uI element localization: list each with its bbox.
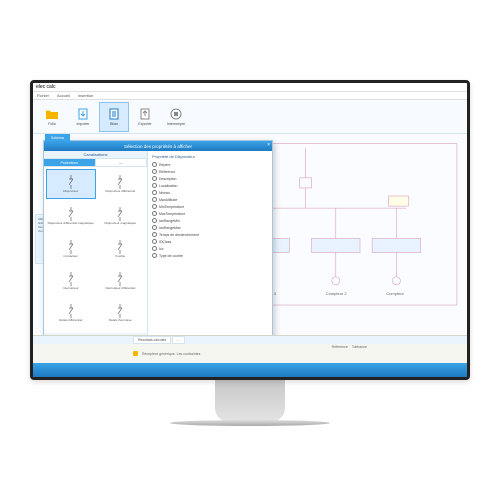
breaker-icon (115, 207, 125, 221)
prop-checkbox[interactable] (152, 253, 157, 258)
statusbar (33, 363, 467, 377)
prop-row-maxaltitude[interactable]: MaxAltitude (152, 196, 268, 203)
ribbon: Folio Importer Bilan Exporter Interrompr… (33, 100, 467, 134)
breaker-icon (66, 304, 76, 318)
component-fusible[interactable]: Fusible (96, 234, 146, 264)
breaker-icon (66, 272, 76, 286)
prop-checkbox[interactable] (152, 239, 157, 244)
tab-fichier[interactable]: Fichier (37, 93, 49, 98)
export-icon (138, 107, 152, 121)
breaker-icon (115, 304, 125, 318)
warning-text: Récepteur générique. Les contraintes (142, 352, 200, 356)
component-interrupteur-différentiel[interactable]: Interrupteur différentiel (96, 266, 146, 296)
prop-row-niveau[interactable]: Niveau (152, 189, 268, 196)
prop-row-référence[interactable]: Référence (152, 168, 268, 175)
prop-row-idclass[interactable]: IDClass (152, 238, 268, 245)
tab-insertion[interactable]: Insertion (78, 93, 93, 98)
prop-checkbox[interactable] (152, 246, 157, 251)
ribbon-importer-button[interactable]: Importer (68, 102, 98, 132)
folder-icon (45, 107, 59, 121)
component-disjoncteur[interactable]: Disjoncteur (46, 169, 96, 199)
breaker-icon (115, 240, 125, 254)
component-disjoncteur-différentiel[interactable]: Disjoncteur différentiel (96, 169, 146, 199)
prop-checkbox[interactable] (152, 176, 157, 181)
prop-row-ianrangemax[interactable]: IanRangeMax (152, 224, 268, 231)
tab-accueil[interactable]: Accueil (57, 93, 70, 98)
results-tab[interactable]: Résultats calculés (133, 336, 171, 344)
prop-row-localisation[interactable]: Localisation (152, 182, 268, 189)
dialog-titlebar[interactable]: Sélection des propriétés à afficher × (44, 141, 272, 151)
component-relais-thermique[interactable]: Relais thermique (96, 299, 146, 329)
component-disjoncteur-différentiel-magnétique[interactable]: Disjoncteur différentiel magnétique (46, 201, 96, 231)
prop-checkbox[interactable] (152, 162, 157, 167)
prop-checkbox[interactable] (152, 190, 157, 195)
col-reference: Référence (332, 345, 348, 349)
prop-checkbox[interactable] (152, 197, 157, 202)
breaker-icon (66, 207, 76, 221)
property-list: Propriété de Disjoncteur RepèreRéférence… (148, 151, 272, 341)
warning-icon (133, 351, 138, 356)
breaker-icon (115, 175, 125, 189)
workarea: Compteur 3 Compteur 2 Compteur Altitude:… (33, 134, 467, 363)
component-interrupteur[interactable]: Interrupteur (46, 266, 96, 296)
titlebar: elec calc (33, 83, 467, 92)
component-relais-différentiel[interactable]: Relais différentiel (46, 299, 96, 329)
col-tolerance: Tolérance (352, 345, 367, 349)
palette-tab-other[interactable]: — (96, 159, 148, 166)
stop-icon (169, 107, 183, 121)
palette-header: Canalisations (44, 151, 147, 159)
prop-row-ianrangemin[interactable]: IanRangeMin (152, 217, 268, 224)
prop-row-icc[interactable]: Icc (152, 245, 268, 252)
prop-row-temps de déclenchement[interactable]: Temps de déclenchement (152, 231, 268, 238)
device-label-3: Compteur (386, 291, 404, 296)
prop-checkbox[interactable] (152, 225, 157, 230)
results-panel: Résultats calculés ... Référence Toléran… (33, 335, 467, 363)
component-disjoncteur-magnétique[interactable]: Disjoncteur magnétique (96, 201, 146, 231)
prop-checkbox[interactable] (152, 218, 157, 223)
palette-tab-protections[interactable]: Protections (44, 159, 96, 166)
ribbon-tabs: Fichier Accueil Insertion (33, 92, 467, 100)
breaker-icon (66, 175, 76, 189)
document-tab[interactable]: Schéma (45, 134, 70, 141)
prop-checkbox[interactable] (152, 183, 157, 188)
prop-row-mintempérature[interactable]: MinTempérature (152, 203, 268, 210)
close-icon[interactable]: × (267, 142, 270, 148)
doc-icon (107, 107, 121, 121)
prop-checkbox[interactable] (152, 211, 157, 216)
ribbon-bilan-button[interactable]: Bilan (99, 102, 129, 132)
prop-checkbox[interactable] (152, 232, 157, 237)
import-icon (76, 107, 90, 121)
device-label-2: Compteur 2 (326, 291, 348, 296)
prop-checkbox[interactable] (152, 169, 157, 174)
prop-row-description[interactable]: Description (152, 175, 268, 182)
app-title: elec calc (36, 84, 55, 90)
results-tab-2[interactable]: ... (172, 336, 185, 344)
prop-row-type de courbe[interactable]: Type de courbe (152, 252, 268, 259)
breaker-icon (66, 240, 76, 254)
prop-row-maxtempérature[interactable]: MaxTempérature (152, 210, 268, 217)
ribbon-interrompre-button[interactable]: Interrompre (161, 102, 191, 132)
breaker-icon (115, 272, 125, 286)
prop-row-repère[interactable]: Repère (152, 161, 268, 168)
component-contacteur[interactable]: Contacteur (46, 234, 96, 264)
ribbon-folio-button[interactable]: Folio (37, 102, 67, 132)
app-window: elec calc Fichier Accueil Insertion Foli… (30, 80, 470, 380)
ribbon-exporter-button[interactable]: Exporter (130, 102, 160, 132)
component-palette: Canalisations Protections — DisjoncteurD… (44, 151, 148, 341)
property-list-header: Propriété de Disjoncteur (152, 154, 268, 159)
selection-dialog: Sélection des propriétés à afficher × Ca… (43, 140, 273, 356)
prop-checkbox[interactable] (152, 204, 157, 209)
